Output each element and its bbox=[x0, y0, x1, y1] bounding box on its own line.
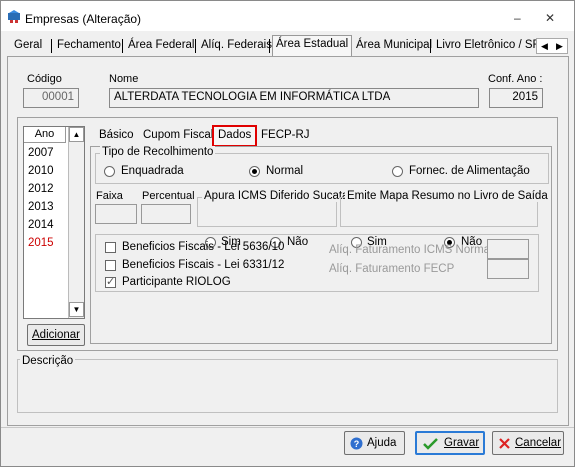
tipo-recolhimento-title: Tipo de Recolhimento bbox=[100, 146, 216, 158]
tab-area-estadual[interactable]: Área Estadual bbox=[272, 35, 353, 56]
help-icon: ? bbox=[350, 437, 363, 450]
subtab-dados[interactable]: Dados bbox=[212, 125, 258, 147]
tab-separator bbox=[51, 39, 52, 53]
nome-label: Nome bbox=[109, 73, 139, 85]
aliq-fecp-field[interactable] bbox=[487, 259, 529, 279]
radio-fornec-alimentacao[interactable] bbox=[392, 166, 403, 177]
cancelar-label: Cancelar bbox=[515, 437, 562, 449]
tab-fechamento[interactable]: Fechamento bbox=[54, 37, 124, 55]
list-item[interactable]: 2012 bbox=[28, 181, 66, 197]
footer-divider bbox=[1, 427, 574, 428]
empresas-window: Empresas (Alteração) – ✕ Geral Fechament… bbox=[0, 0, 575, 467]
subtab-basico[interactable]: Básico bbox=[95, 128, 138, 145]
lei5636-label: Beneficios Fiscais - Lei 5636/10 bbox=[122, 241, 285, 253]
lei6331-checkbox[interactable] bbox=[105, 260, 116, 271]
radio-enquadrada[interactable] bbox=[104, 166, 115, 177]
faixa-label: Faixa bbox=[96, 190, 123, 202]
faixa-field[interactable] bbox=[95, 204, 137, 224]
radio-fornec-alimentacao-label: Fornec. de Alimentação bbox=[409, 165, 530, 177]
list-item[interactable]: 2007 bbox=[28, 145, 66, 161]
aliq-fecp-label: Alíq. Faturamento FECP bbox=[329, 263, 455, 275]
aliq-icms-normal-field[interactable] bbox=[487, 239, 529, 259]
minimize-button[interactable]: – bbox=[514, 11, 521, 25]
tab-separator bbox=[122, 39, 123, 53]
year-list-header[interactable]: Ano bbox=[24, 127, 66, 143]
list-item-selected[interactable]: 2015 bbox=[28, 235, 66, 251]
subtab-fecp-rj[interactable]: FECP-RJ bbox=[257, 128, 314, 145]
tab-scroll-left-icon[interactable]: ◀ bbox=[537, 39, 552, 53]
year-list[interactable]: Ano 2007 2010 2012 2013 2014 2015 ▲ ▼ bbox=[23, 126, 85, 319]
descricao-label: Descrição bbox=[20, 355, 76, 367]
percentual-label: Percentual bbox=[142, 190, 195, 202]
nome-field[interactable]: ALTERDATA TECNOLOGIA EM INFORMÁTICA LTDA bbox=[109, 88, 479, 108]
tab-separator bbox=[195, 39, 196, 53]
emite-mapa-title: Emite Mapa Resumo no Livro de Saída bbox=[345, 190, 550, 202]
riolog-checkbox[interactable] bbox=[105, 275, 116, 288]
lei5636-checkbox[interactable] bbox=[105, 242, 116, 253]
gravar-label: Gravar bbox=[444, 437, 480, 449]
year-list-scrollbar[interactable]: ▲ ▼ bbox=[68, 127, 84, 318]
lei6331-label: Beneficios Fiscais - Lei 6331/12 bbox=[122, 259, 285, 271]
app-icon bbox=[8, 10, 20, 23]
list-item[interactable]: 2014 bbox=[28, 217, 66, 233]
codigo-field[interactable]: 00001 bbox=[23, 88, 79, 108]
conf-ano-field[interactable]: 2015 bbox=[489, 88, 543, 108]
apura-icms-title: Apura ICMS Diferido Sucata bbox=[202, 190, 351, 202]
ajuda-button[interactable]: ? Ajuda bbox=[344, 431, 405, 455]
radio-normal[interactable] bbox=[249, 166, 260, 177]
tab-scroll-right-icon[interactable]: ▶ bbox=[552, 39, 567, 53]
conf-ano-label: Conf. Ano : bbox=[488, 73, 543, 85]
check-icon bbox=[423, 438, 438, 450]
tab-scroll-arrows: ◀ ▶ bbox=[536, 38, 568, 54]
subtab-cupom-fiscal[interactable]: Cupom Fiscal bbox=[139, 128, 217, 145]
svg-text:?: ? bbox=[354, 439, 360, 449]
list-item[interactable]: 2010 bbox=[28, 163, 66, 179]
tab-aliq-federais[interactable]: Alíq. Federais bbox=[198, 37, 275, 55]
scroll-down-icon[interactable]: ▼ bbox=[69, 302, 84, 317]
codigo-label: Código bbox=[27, 73, 62, 85]
main-tabs: Geral Fechamento Área Federal Alíq. Fede… bbox=[1, 31, 574, 57]
adicionar-button[interactable]: Adicionar bbox=[27, 324, 85, 346]
gravar-button[interactable]: Gravar bbox=[415, 431, 485, 455]
tab-separator bbox=[269, 39, 270, 53]
list-item[interactable]: 2013 bbox=[28, 199, 66, 215]
tab-livro-eletronico[interactable]: Livro Eletrônico / SF bbox=[433, 37, 537, 55]
riolog-label: Participante RIOLOG bbox=[122, 276, 231, 288]
scroll-up-icon[interactable]: ▲ bbox=[69, 127, 84, 142]
radio-normal-label: Normal bbox=[266, 165, 304, 177]
tab-geral[interactable]: Geral bbox=[11, 37, 45, 55]
percentual-field[interactable] bbox=[141, 204, 191, 224]
aliq-icms-normal-label: Alíq. Faturamento ICMS Normal bbox=[329, 244, 493, 256]
cancel-x-icon bbox=[499, 438, 510, 449]
window-title: Empresas (Alteração) bbox=[25, 12, 142, 26]
descricao-group: Descrição bbox=[17, 355, 558, 413]
tab-area-municipal[interactable]: Área Municipal bbox=[353, 37, 435, 55]
ajuda-label: Ajuda bbox=[367, 437, 397, 449]
tab-separator bbox=[430, 39, 431, 53]
close-button[interactable]: ✕ bbox=[545, 11, 555, 25]
title-bar: Empresas (Alteração) – ✕ bbox=[1, 1, 574, 31]
radio-enquadrada-label: Enquadrada bbox=[121, 165, 184, 177]
tab-area-federal[interactable]: Área Federal bbox=[125, 37, 197, 55]
cancelar-button[interactable]: Cancelar bbox=[492, 431, 564, 455]
apura-icms-group: Apura ICMS Diferido Sucata bbox=[197, 190, 351, 227]
emite-mapa-group: Emite Mapa Resumo no Livro de Saída bbox=[340, 190, 550, 227]
